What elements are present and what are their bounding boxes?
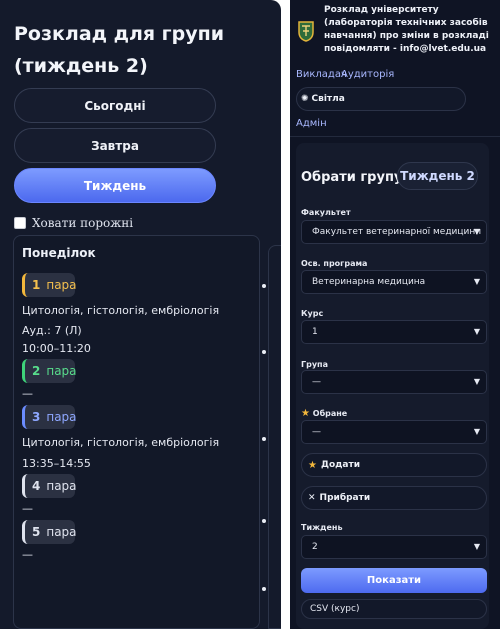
chevron-down-icon: ▼ bbox=[473, 427, 480, 436]
scroll-dot bbox=[262, 437, 266, 441]
cross-icon: ✕ bbox=[308, 493, 316, 503]
lesson-room: Ауд.: 7 (Л) bbox=[22, 324, 82, 337]
lesson-badge-2: 2 пара bbox=[22, 359, 77, 383]
hide-empty-checkbox[interactable] bbox=[14, 217, 26, 229]
theme-toggle-button[interactable]: ✺ Світла bbox=[296, 87, 466, 111]
add-favorite-button[interactable]: ★ Додати bbox=[301, 453, 487, 477]
lesson-empty: — bbox=[22, 548, 33, 561]
lesson-label: пара bbox=[46, 278, 77, 292]
scroll-dot bbox=[262, 587, 266, 591]
favorites-label-text: Обране bbox=[312, 409, 348, 418]
lesson-subject: Цитологія, гістологія, ембріологія bbox=[22, 304, 220, 317]
lesson-number: 5 bbox=[32, 525, 41, 539]
scroll-dot bbox=[262, 519, 266, 523]
group-value: — bbox=[312, 377, 321, 387]
lesson-label: пара bbox=[46, 479, 77, 493]
chevron-down-icon: ▼ bbox=[473, 542, 480, 551]
add-label: Додати bbox=[320, 460, 361, 470]
lesson-time: 13:35–14:55 bbox=[22, 457, 91, 470]
week-select[interactable]: 2 ▼ bbox=[301, 535, 487, 559]
lesson-empty: — bbox=[22, 387, 33, 400]
today-button[interactable]: Сьогодні bbox=[14, 88, 216, 123]
lesson-label: пара bbox=[46, 410, 77, 424]
lesson-time: 10:00–11:20 bbox=[22, 342, 91, 355]
star-icon: ★ bbox=[301, 408, 310, 419]
sidebar: Розклад університету (лабораторія техніч… bbox=[290, 0, 500, 629]
lesson-label: пара bbox=[46, 525, 77, 539]
nav-room-link[interactable]: Аудиторія bbox=[341, 69, 394, 80]
faculty-select[interactable]: Факультет ветеринарної медицини ▼ bbox=[301, 220, 487, 244]
nav-admin-link[interactable]: Адмін bbox=[296, 118, 327, 129]
lesson-number: 3 bbox=[32, 410, 41, 424]
lesson-badge-1: 1 пара bbox=[22, 273, 77, 297]
university-crest-icon bbox=[298, 21, 314, 42]
lesson-label: пара bbox=[46, 364, 77, 378]
panel-title: Обрати групу bbox=[301, 170, 403, 185]
sun-icon: ✺ bbox=[301, 94, 309, 104]
program-label: Осв. програма bbox=[301, 259, 368, 268]
lesson-number: 2 bbox=[32, 364, 41, 378]
star-icon: ★ bbox=[308, 459, 317, 471]
favorites-label: ★ Обране bbox=[301, 408, 347, 419]
faculty-value: Факультет ветеринарної медицини bbox=[312, 227, 482, 237]
lesson-number: 1 bbox=[32, 278, 41, 292]
day-card-next bbox=[268, 245, 281, 629]
program-value: Ветеринарна медицина bbox=[312, 277, 426, 287]
lesson-number: 4 bbox=[32, 479, 41, 493]
lesson-badge-4: 4 пара bbox=[22, 474, 77, 498]
header-title: Розклад університету (лабораторія техніч… bbox=[324, 5, 489, 54]
group-label: Група bbox=[301, 360, 328, 369]
week-value: 2 bbox=[312, 542, 318, 552]
lesson-empty: — bbox=[22, 502, 33, 515]
program-select[interactable]: Ветеринарна медицина ▼ bbox=[301, 270, 487, 294]
csv-export-button[interactable]: CSV (курс) bbox=[301, 599, 487, 619]
week-label: Тиждень bbox=[301, 523, 343, 532]
remove-favorite-button[interactable]: ✕ Прибрати bbox=[301, 486, 487, 510]
chevron-down-icon: ▼ bbox=[473, 377, 480, 386]
divider bbox=[290, 136, 500, 137]
group-schedule-pane: Розклад для групи (тиждень 2) Сьогодні З… bbox=[0, 0, 281, 629]
show-button[interactable]: Показати bbox=[301, 568, 487, 593]
course-value: 1 bbox=[312, 327, 318, 337]
course-label: Курс bbox=[301, 309, 324, 318]
scroll-dot bbox=[262, 284, 266, 288]
group-select[interactable]: — ▼ bbox=[301, 370, 487, 394]
day-title: Понеділок bbox=[22, 246, 96, 260]
remove-label: Прибрати bbox=[319, 493, 371, 503]
hide-empty-label: Ховати порожні bbox=[32, 216, 134, 230]
page-title: Розклад для групи (тиждень 2) bbox=[14, 23, 225, 77]
week-button[interactable]: Тиждень bbox=[14, 168, 216, 203]
lesson-badge-5: 5 пара bbox=[22, 520, 77, 544]
nav-teacher-link[interactable]: Викладач bbox=[296, 69, 347, 80]
lesson-badge-3: 3 пара bbox=[22, 405, 77, 429]
chevron-down-icon: ▼ bbox=[473, 277, 480, 286]
chevron-down-icon: ▼ bbox=[473, 227, 480, 236]
favorites-select[interactable]: — ▼ bbox=[301, 420, 487, 444]
scroll-dot bbox=[262, 350, 266, 354]
tomorrow-button[interactable]: Завтра bbox=[14, 128, 216, 163]
theme-label: Світла bbox=[311, 94, 345, 104]
week-badge: Тиждень 2 bbox=[397, 162, 478, 190]
hide-empty-toggle[interactable]: Ховати порожні bbox=[14, 216, 133, 230]
course-select[interactable]: 1 ▼ bbox=[301, 320, 487, 344]
lesson-subject: Цитологія, гістологія, ембріологія bbox=[22, 436, 220, 449]
faculty-label: Факультет bbox=[301, 208, 351, 217]
favorites-value: — bbox=[312, 427, 321, 437]
chevron-down-icon: ▼ bbox=[473, 327, 480, 336]
